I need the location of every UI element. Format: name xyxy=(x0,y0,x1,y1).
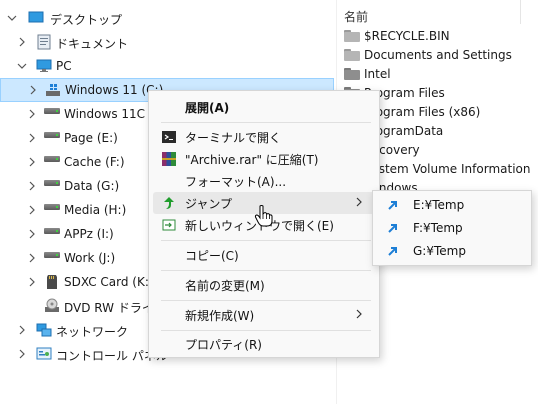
pc-icon xyxy=(36,58,52,74)
jump-submenu: E:¥Temp F:¥Temp G:¥Temp xyxy=(372,190,532,266)
tree-item-label: デスクトップ xyxy=(50,13,123,27)
submenu-item-e-temp[interactable]: E:¥Temp xyxy=(377,194,527,216)
shortcut-arrow-icon xyxy=(385,243,401,259)
tree-item-pc[interactable]: PC xyxy=(0,54,336,78)
windows-drive-icon xyxy=(45,82,61,98)
menu-separator xyxy=(161,300,371,301)
chevron-right-icon[interactable] xyxy=(16,324,28,336)
tree-item-documents[interactable]: ドキュメント xyxy=(0,30,336,54)
file-name: Intel xyxy=(364,66,391,81)
submenu-item-label: F:¥Temp xyxy=(413,221,463,235)
drive-icon xyxy=(44,132,60,138)
chevron-right-icon[interactable] xyxy=(26,204,38,216)
tree-item-label: SDXC Card (K:) xyxy=(64,275,154,289)
submenu-item-f-temp[interactable]: F:¥Temp xyxy=(377,217,527,239)
hand-cursor-icon xyxy=(254,204,274,228)
drive-icon xyxy=(44,252,60,258)
chevron-right-icon[interactable] xyxy=(16,36,28,48)
menu-item-open-terminal[interactable]: ターミナルで開く xyxy=(153,126,375,148)
jump-arrow-icon xyxy=(161,195,177,211)
menu-item-new[interactable]: 新規作成(W) xyxy=(153,304,375,326)
chevron-right-icon[interactable] xyxy=(26,252,38,264)
shortcut-arrow-icon xyxy=(385,220,401,236)
folder-icon xyxy=(344,29,360,42)
menu-item-expand[interactable]: 展開(A) xyxy=(153,96,375,118)
sd-card-icon xyxy=(44,274,60,290)
menu-separator xyxy=(161,330,371,331)
menu-item-compress-rar[interactable]: "Archive.rar" に圧縮(T) xyxy=(153,148,375,170)
drive-icon xyxy=(44,108,60,114)
tree-item-label: Cache (F:) xyxy=(64,155,125,169)
chevron-right-icon[interactable] xyxy=(26,180,38,192)
tree-item-label: Media (H:) xyxy=(64,203,127,217)
menu-item-label: "Archive.rar" に圧縮(T) xyxy=(185,152,319,167)
tree-item-label: Work (J:) xyxy=(64,251,116,265)
tree-item-desktop[interactable]: デスクトップ xyxy=(0,6,336,30)
submenu-arrow-icon xyxy=(355,308,363,322)
file-name: System Volume Information xyxy=(364,161,531,176)
file-row[interactable]: Documents and Settings xyxy=(344,45,512,64)
submenu-arrow-icon xyxy=(355,196,363,210)
tree-item-label: Page (E:) xyxy=(64,131,118,145)
folder-icon xyxy=(344,48,360,61)
file-row[interactable]: $RECYCLE.BIN xyxy=(344,26,450,45)
control-panel-icon xyxy=(36,346,52,362)
column-header-divider[interactable] xyxy=(520,0,521,24)
file-name: Program Files (x86) xyxy=(364,104,481,119)
terminal-icon xyxy=(161,129,177,145)
document-icon xyxy=(36,34,52,50)
network-icon xyxy=(36,322,52,338)
chevron-right-icon[interactable] xyxy=(26,108,38,120)
folder-icon xyxy=(344,67,360,80)
menu-separator xyxy=(161,240,371,241)
submenu-item-label: E:¥Temp xyxy=(413,198,465,212)
chevron-right-icon[interactable] xyxy=(26,132,38,144)
chevron-right-icon[interactable] xyxy=(26,228,38,240)
menu-item-label: プロパティ(R) xyxy=(185,337,262,352)
drive-icon xyxy=(44,156,60,162)
file-name: $RECYCLE.BIN xyxy=(364,28,450,43)
menu-separator xyxy=(161,122,371,123)
new-window-icon xyxy=(161,217,177,233)
menu-separator xyxy=(161,270,371,271)
chevron-right-icon[interactable] xyxy=(26,156,38,168)
submenu-item-g-temp[interactable]: G:¥Temp xyxy=(377,240,527,262)
chevron-right-icon[interactable] xyxy=(16,348,28,360)
drive-icon xyxy=(44,180,60,186)
file-name: Documents and Settings xyxy=(364,47,512,62)
drive-icon xyxy=(44,204,60,210)
submenu-item-label: G:¥Temp xyxy=(413,244,466,258)
column-header-name[interactable]: 名前 xyxy=(344,8,368,25)
chevron-down-icon[interactable] xyxy=(16,60,28,72)
drive-icon xyxy=(44,228,60,234)
tree-item-label: ドキュメント xyxy=(56,37,129,51)
menu-item-label: ジャンプ xyxy=(185,196,233,211)
tree-item-label: PC xyxy=(56,59,72,73)
menu-item-properties[interactable]: プロパティ(R) xyxy=(153,333,375,355)
chevron-down-icon[interactable] xyxy=(6,12,18,24)
menu-item-rename[interactable]: 名前の変更(M) xyxy=(153,274,375,296)
menu-item-label: 展開(A) xyxy=(185,100,230,115)
shortcut-arrow-icon xyxy=(385,197,401,213)
desktop-icon xyxy=(28,10,44,26)
tree-item-label: APPz (I:) xyxy=(64,227,114,241)
winrar-icon xyxy=(161,151,177,167)
menu-item-label: コピー(C) xyxy=(185,248,239,263)
tree-item-label: ネットワーク xyxy=(56,325,129,339)
tree-item-label: Data (G:) xyxy=(64,179,120,193)
menu-item-copy[interactable]: コピー(C) xyxy=(153,244,375,266)
menu-item-label: フォーマット(A)... xyxy=(185,174,287,189)
menu-item-label: ターミナルで開く xyxy=(185,130,282,145)
chevron-right-icon[interactable] xyxy=(27,84,39,96)
dvd-drive-icon xyxy=(44,298,60,314)
menu-item-label: 名前の変更(M) xyxy=(185,278,265,293)
menu-item-label: 新規作成(W) xyxy=(185,308,255,323)
chevron-right-icon[interactable] xyxy=(26,276,38,288)
menu-item-format[interactable]: フォーマット(A)... xyxy=(153,170,375,192)
file-row[interactable]: Intel xyxy=(344,64,391,83)
